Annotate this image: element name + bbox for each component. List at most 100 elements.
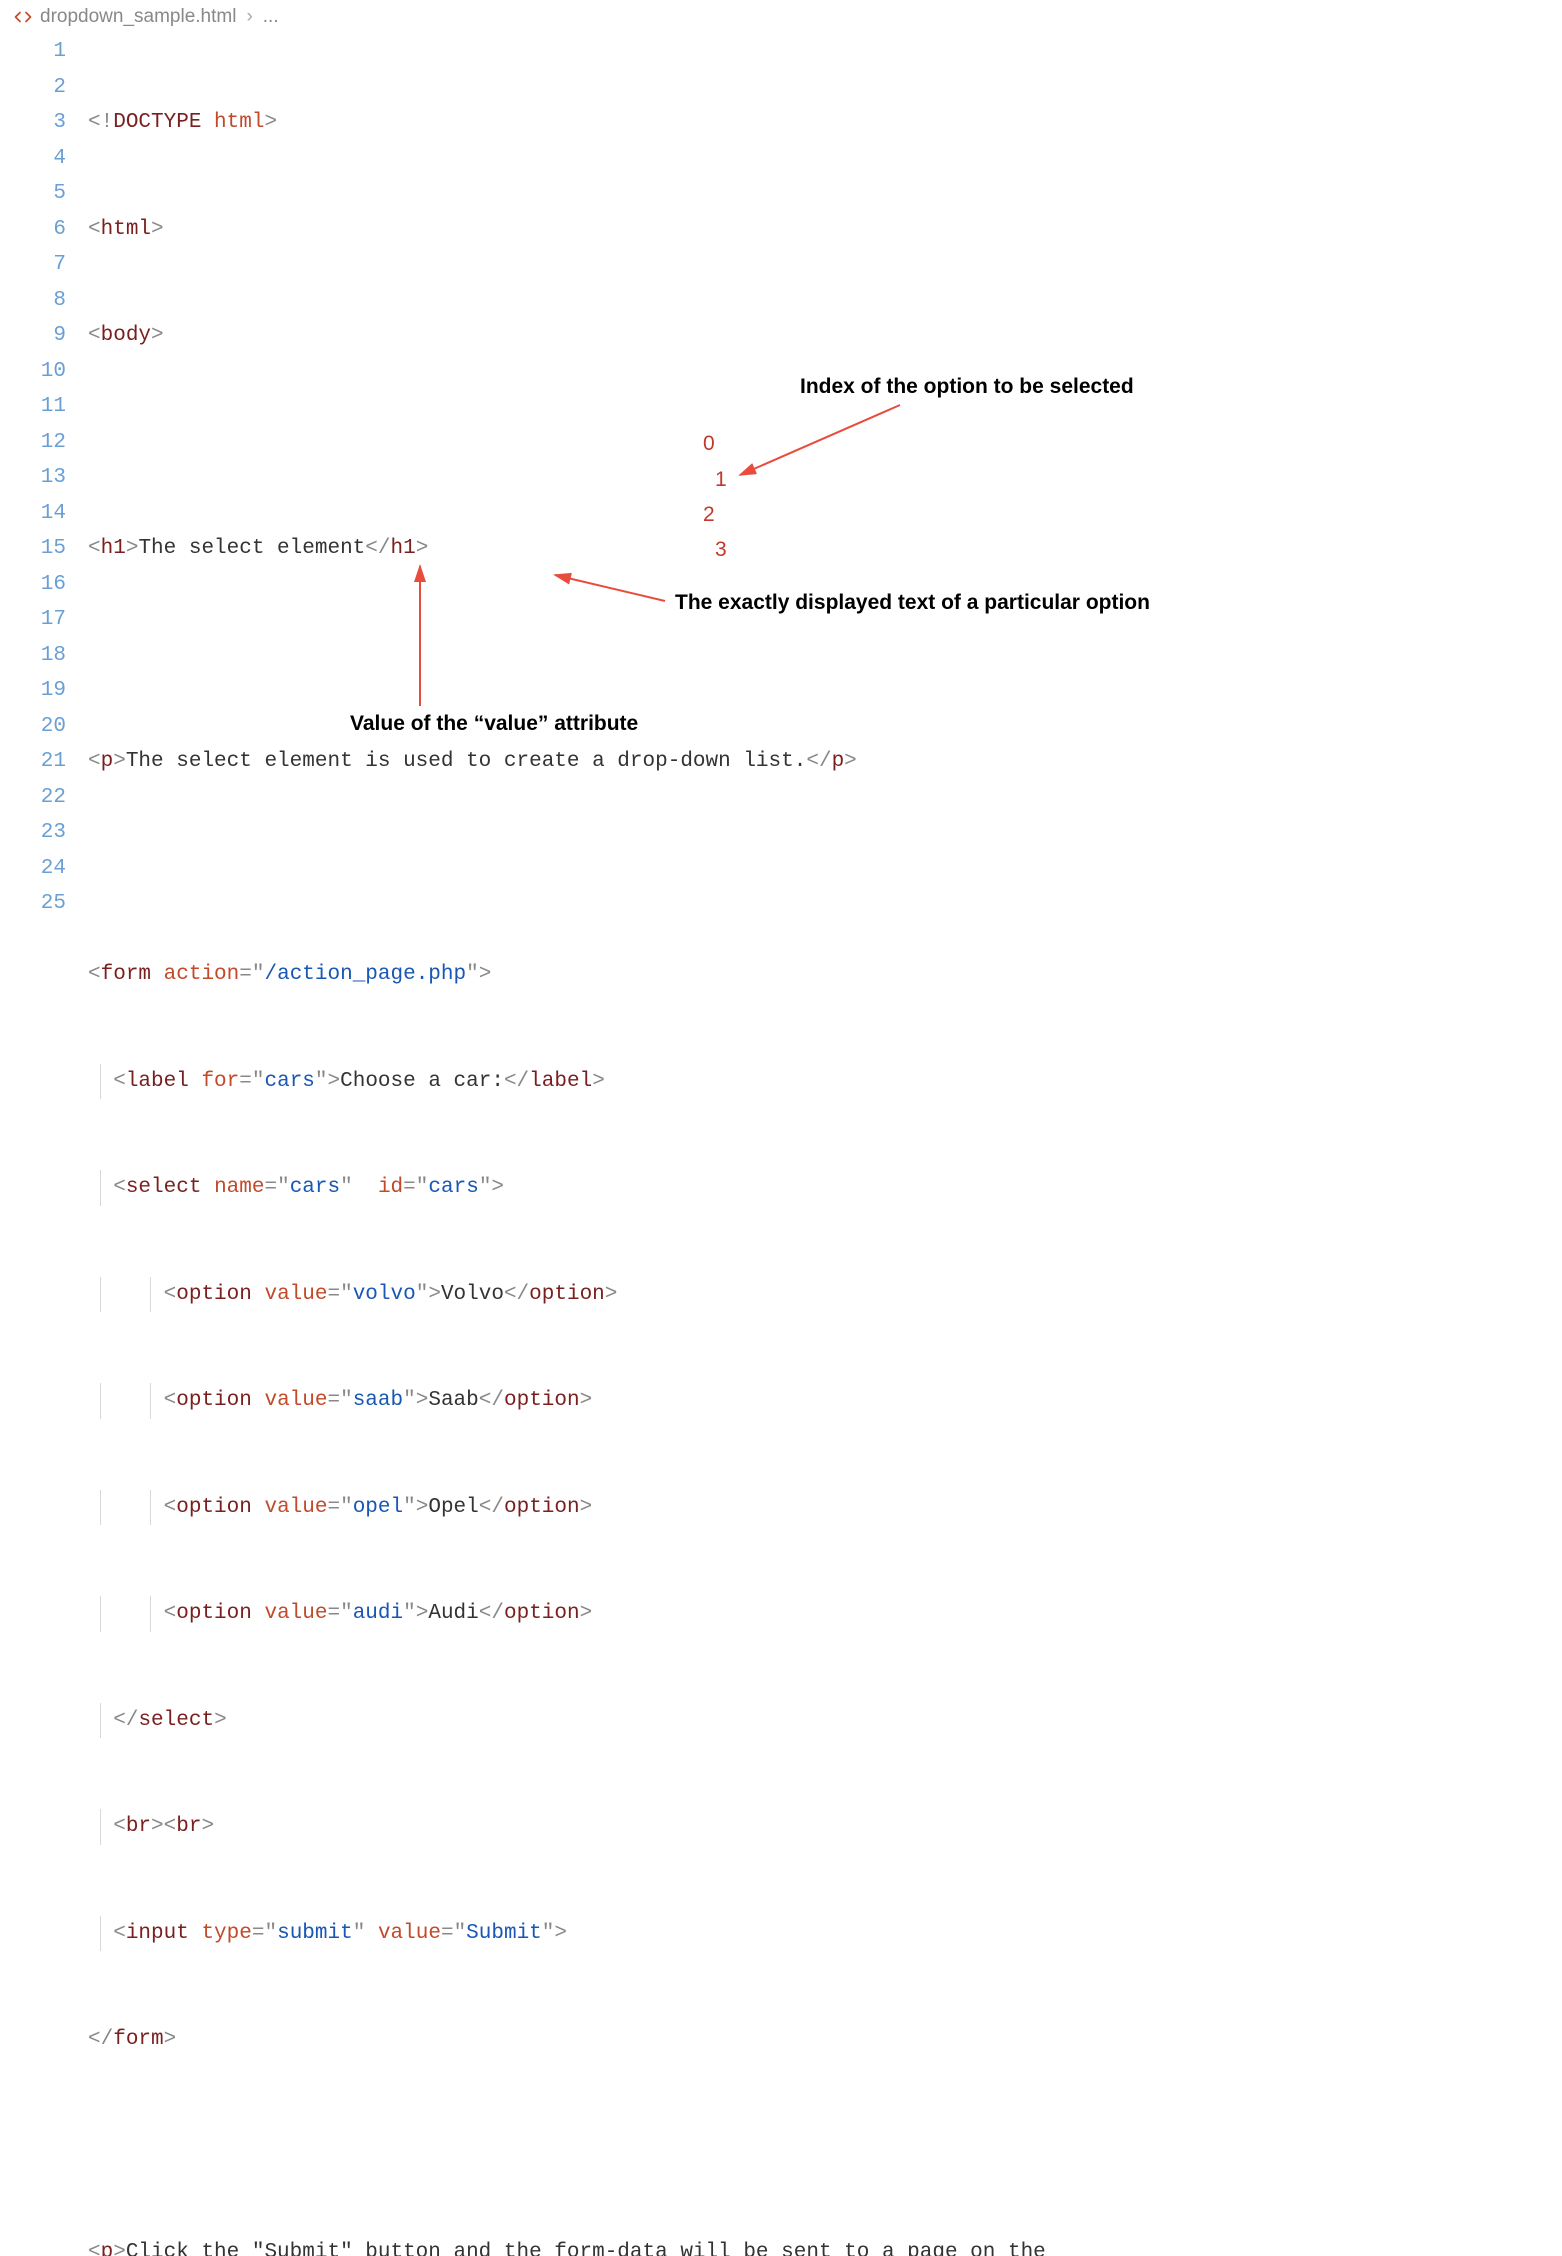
code-line[interactable]: <option value="audi">Audi</option> bbox=[88, 1596, 1562, 1632]
code-line[interactable] bbox=[88, 638, 1562, 674]
punct: < bbox=[88, 324, 101, 347]
doctype-arg: html bbox=[201, 111, 264, 134]
text: The select element is used to create a d… bbox=[126, 750, 807, 773]
punct: > bbox=[416, 537, 429, 560]
punct: = bbox=[239, 1070, 252, 1093]
line-number: 6 bbox=[0, 212, 66, 248]
punct: " bbox=[340, 1602, 353, 1625]
space bbox=[201, 1176, 214, 1199]
text: Choose a car: bbox=[340, 1070, 504, 1093]
punct: " bbox=[416, 1176, 429, 1199]
line-number: 20 bbox=[0, 709, 66, 745]
code-line[interactable]: </select> bbox=[88, 1703, 1562, 1739]
code-line[interactable]: <body> bbox=[88, 318, 1562, 354]
punct: > bbox=[416, 1389, 429, 1412]
tag: br bbox=[126, 1815, 151, 1838]
tag: option bbox=[504, 1602, 580, 1625]
punct: " bbox=[340, 1176, 353, 1199]
attr: type bbox=[201, 1922, 251, 1945]
code-line[interactable]: <option value="saab">Saab</option> bbox=[88, 1383, 1562, 1419]
code-line[interactable]: <label for="cars">Choose a car:</label> bbox=[88, 1064, 1562, 1100]
line-number: 24 bbox=[0, 851, 66, 887]
code-line[interactable]: <form action="/action_page.php"> bbox=[88, 957, 1562, 993]
punct: " bbox=[353, 1922, 366, 1945]
code-line[interactable]: <input type="submit" value="Submit"> bbox=[88, 1916, 1562, 1952]
space bbox=[189, 1922, 202, 1945]
tag: html bbox=[101, 218, 151, 241]
code-line[interactable] bbox=[88, 851, 1562, 887]
tag: select bbox=[126, 1176, 202, 1199]
breadcrumb[interactable]: dropdown_sample.html › ... bbox=[0, 0, 1562, 30]
attr: value bbox=[264, 1496, 327, 1519]
code-line[interactable] bbox=[88, 2129, 1562, 2165]
punct: </ bbox=[504, 1070, 529, 1093]
code-line[interactable]: <!DOCTYPE html> bbox=[88, 105, 1562, 141]
code-line[interactable]: <html> bbox=[88, 212, 1562, 248]
line-number: 16 bbox=[0, 567, 66, 603]
punct: > bbox=[113, 2241, 126, 2256]
attr: value bbox=[264, 1602, 327, 1625]
space bbox=[189, 1070, 202, 1093]
string: volvo bbox=[353, 1283, 416, 1306]
punct: " bbox=[454, 1922, 467, 1945]
chevron-right-icon: › bbox=[246, 6, 252, 28]
breadcrumb-rest[interactable]: ... bbox=[263, 6, 279, 28]
space bbox=[252, 1496, 265, 1519]
punct: " bbox=[340, 1283, 353, 1306]
breadcrumb-file[interactable]: dropdown_sample.html bbox=[40, 6, 236, 28]
punct: " bbox=[315, 1070, 328, 1093]
space bbox=[365, 1922, 378, 1945]
code-line[interactable]: <h1>The select element</h1> bbox=[88, 531, 1562, 567]
string: saab bbox=[353, 1389, 403, 1412]
attr: id bbox=[378, 1176, 403, 1199]
space bbox=[151, 963, 164, 986]
tag: option bbox=[176, 1602, 252, 1625]
punct: < bbox=[88, 537, 101, 560]
punct: > bbox=[554, 1922, 567, 1945]
code-area[interactable]: <!DOCTYPE html> <html> <body> <h1>The se… bbox=[88, 30, 1562, 2256]
line-number: 19 bbox=[0, 673, 66, 709]
punct: < bbox=[113, 1176, 126, 1199]
punct: = bbox=[403, 1176, 416, 1199]
line-number: 14 bbox=[0, 496, 66, 532]
attr: value bbox=[264, 1389, 327, 1412]
tag: body bbox=[101, 324, 151, 347]
code-file-icon bbox=[14, 8, 32, 26]
string: /action_page.php bbox=[264, 963, 466, 986]
punct: > bbox=[580, 1496, 593, 1519]
punct: " bbox=[277, 1176, 290, 1199]
string: opel bbox=[353, 1496, 403, 1519]
punct: < bbox=[88, 218, 101, 241]
punct: = bbox=[327, 1389, 340, 1412]
attr: value bbox=[378, 1922, 441, 1945]
code-line[interactable]: <option value="volvo">Volvo</option> bbox=[88, 1277, 1562, 1313]
code-editor[interactable]: 1 2 3 4 5 6 7 8 9 10 11 12 13 14 15 16 1… bbox=[0, 30, 1562, 2256]
line-number: 23 bbox=[0, 815, 66, 851]
code-line[interactable]: <p>Click the "Submit" button and the for… bbox=[88, 2235, 1562, 2256]
punct: > bbox=[491, 1176, 504, 1199]
punct: </ bbox=[479, 1496, 504, 1519]
punct: " bbox=[403, 1389, 416, 1412]
attr: value bbox=[264, 1283, 327, 1306]
punct: </ bbox=[113, 1709, 138, 1732]
code-line[interactable]: </form> bbox=[88, 2022, 1562, 2058]
code-line[interactable]: <br><br> bbox=[88, 1809, 1562, 1845]
line-number: 1 bbox=[0, 34, 66, 70]
tag: option bbox=[504, 1496, 580, 1519]
punct: < bbox=[113, 1070, 126, 1093]
text: Opel bbox=[428, 1496, 478, 1519]
code-line[interactable]: <p>The select element is used to create … bbox=[88, 744, 1562, 780]
punct: < bbox=[88, 750, 101, 773]
space bbox=[353, 1176, 378, 1199]
punct: > bbox=[428, 1283, 441, 1306]
punct: " bbox=[403, 1602, 416, 1625]
code-line[interactable] bbox=[88, 425, 1562, 461]
tag: p bbox=[101, 2241, 114, 2256]
text: Click the "Submit" button and the form-d… bbox=[126, 2241, 1059, 2256]
code-line[interactable]: <select name="cars" id="cars"> bbox=[88, 1170, 1562, 1206]
tag: form bbox=[113, 2028, 163, 2051]
punct: = bbox=[239, 963, 252, 986]
code-line[interactable]: <option value="opel">Opel</option> bbox=[88, 1490, 1562, 1526]
text: Audi bbox=[428, 1602, 478, 1625]
punct: > bbox=[151, 218, 164, 241]
